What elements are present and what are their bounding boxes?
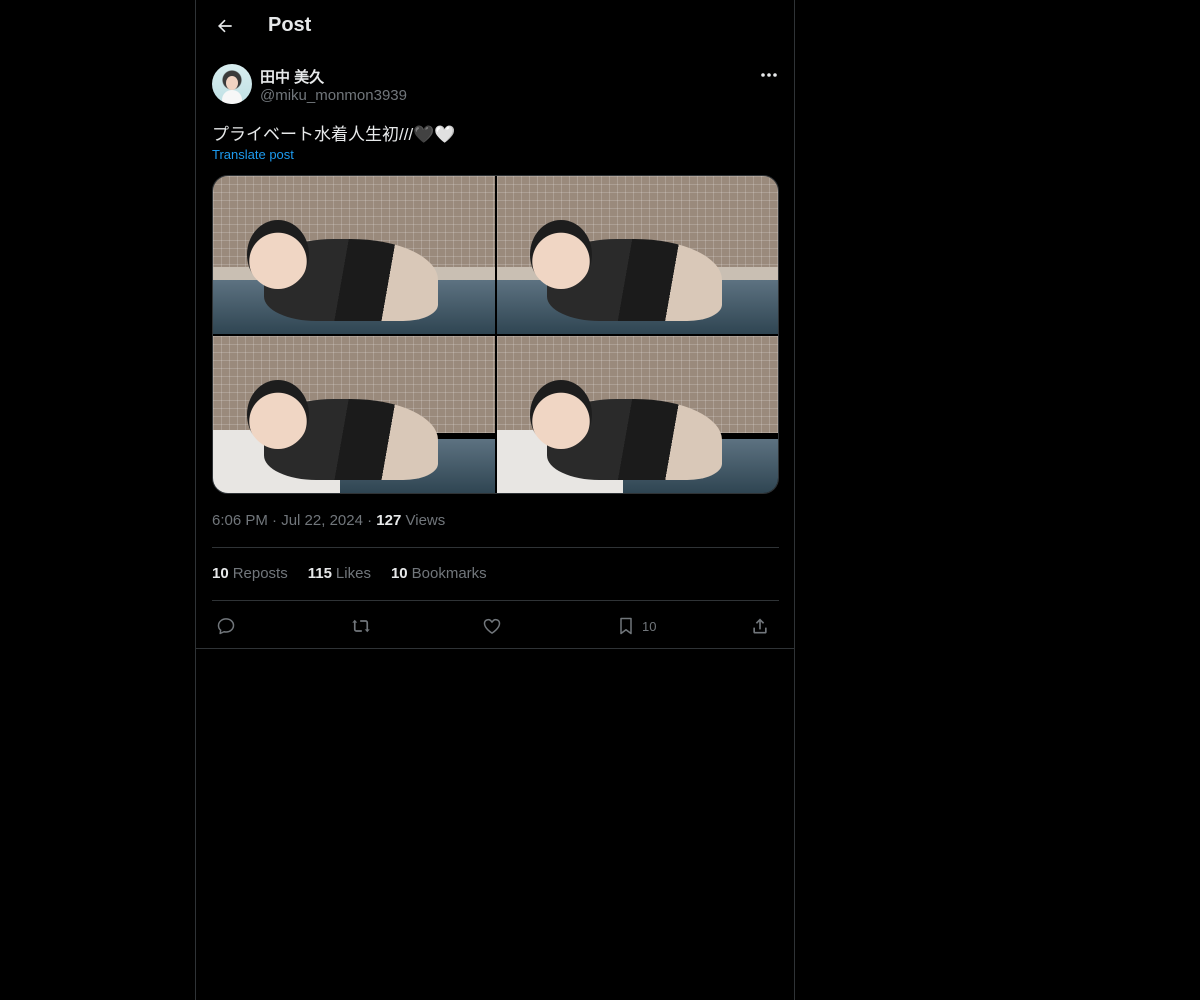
repost-icon bbox=[352, 619, 370, 633]
meta-separator: · bbox=[367, 512, 373, 529]
engagement-stats: 10 Reposts 115 Likes 10 Bookmarks bbox=[212, 565, 487, 582]
meta-separator: · bbox=[272, 512, 278, 529]
views-count: 127 bbox=[376, 512, 402, 529]
divider bbox=[212, 600, 779, 601]
post-meta: 6:06 PM · Jul 22, 2024 · 127 Views bbox=[212, 512, 445, 529]
arrow-left-icon bbox=[218, 19, 232, 33]
avatar-body-shape bbox=[222, 90, 242, 104]
head-shape bbox=[246, 220, 309, 290]
views-label: Views bbox=[405, 512, 446, 529]
like-button[interactable] bbox=[482, 612, 502, 640]
author-handle[interactable]: @miku_monmon3939 bbox=[260, 87, 407, 104]
page-title: Post bbox=[268, 14, 312, 36]
photo-3[interactable] bbox=[213, 335, 495, 493]
photo-2[interactable] bbox=[496, 176, 778, 334]
head-shape bbox=[530, 379, 593, 449]
photo-1[interactable] bbox=[213, 176, 495, 334]
divider bbox=[196, 648, 794, 649]
bookmark-count: 10 bbox=[642, 618, 657, 634]
bookmark-button[interactable]: 10 bbox=[616, 612, 656, 640]
post-header: Post bbox=[196, 0, 794, 53]
like-icon bbox=[483, 618, 501, 634]
avatar-face-shape bbox=[226, 76, 238, 90]
more-options-button[interactable] bbox=[756, 64, 782, 86]
head-shape bbox=[246, 379, 309, 449]
reply-icon bbox=[217, 618, 235, 635]
more-dots-icon bbox=[761, 73, 777, 77]
avatar[interactable] bbox=[212, 64, 252, 104]
photo-4[interactable] bbox=[496, 335, 778, 493]
action-bar: 10 bbox=[212, 612, 779, 640]
reposts-stat[interactable]: 10 Reposts bbox=[212, 565, 288, 582]
bookmarks-stat[interactable]: 10 Bookmarks bbox=[391, 565, 487, 582]
translate-post-link[interactable]: Translate post bbox=[212, 147, 294, 162]
bookmarks-count: 10 bbox=[390, 565, 408, 582]
bookmarks-label: Bookmarks bbox=[411, 565, 487, 582]
back-button[interactable] bbox=[208, 9, 242, 43]
repost-button[interactable] bbox=[350, 612, 372, 640]
reposts-count: 10 bbox=[212, 565, 229, 582]
likes-stat[interactable]: 115 Likes bbox=[308, 565, 371, 582]
author-display-name[interactable]: 田中 美久 bbox=[260, 66, 324, 87]
bookmark-icon bbox=[620, 617, 632, 635]
post-time[interactable]: 6:06 PM bbox=[212, 512, 268, 529]
post-date[interactable]: Jul 22, 2024 bbox=[281, 512, 363, 529]
reply-button[interactable] bbox=[216, 612, 236, 640]
share-icon bbox=[753, 618, 767, 634]
likes-label: Likes bbox=[335, 565, 371, 582]
media-grid bbox=[212, 175, 779, 494]
post-column: Post 田中 美久 @miku_monmon3939 プライベート水着人生初/… bbox=[195, 0, 795, 1000]
likes-count: 115 bbox=[307, 565, 332, 582]
share-button[interactable] bbox=[750, 612, 770, 640]
reposts-label: Reposts bbox=[232, 565, 288, 582]
post-text: プライベート水着人生初///🖤🤍 bbox=[212, 125, 456, 144]
divider bbox=[212, 547, 779, 548]
